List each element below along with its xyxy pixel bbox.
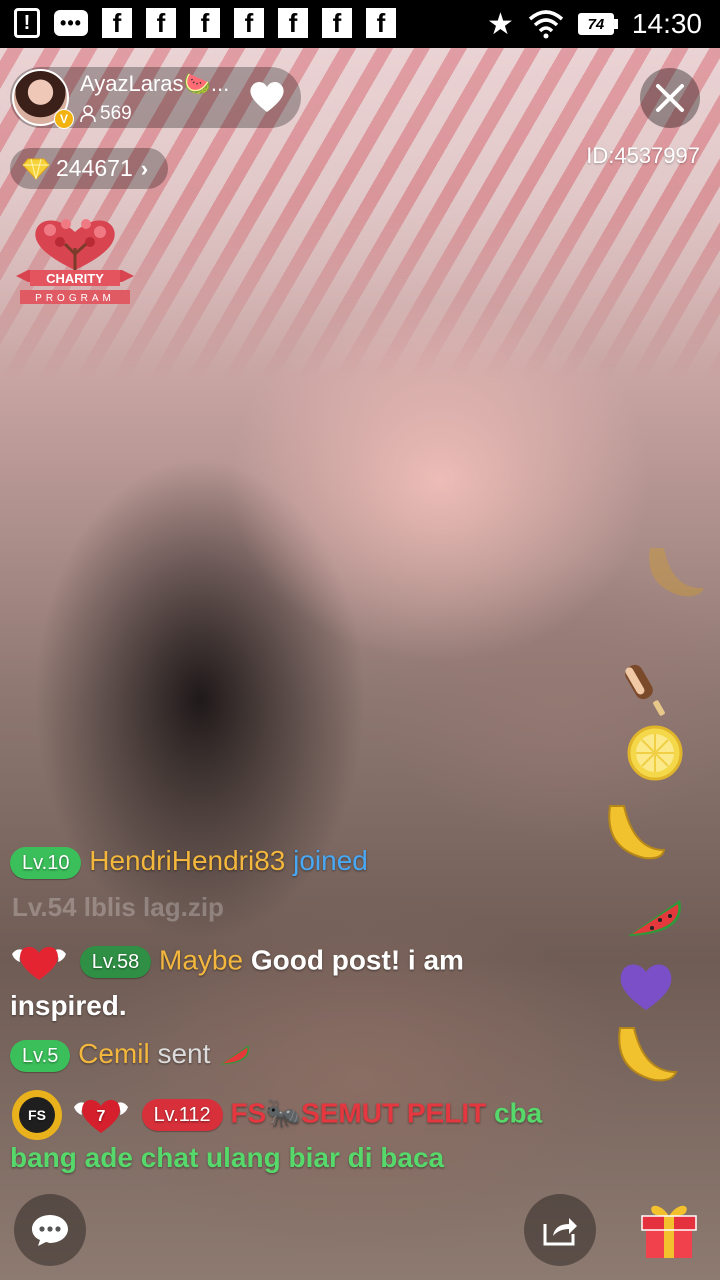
diamond-count: 244671 bbox=[56, 155, 133, 181]
host-name: AyazLaras🍉... bbox=[80, 71, 230, 96]
level-badge: Lv.54 bbox=[12, 892, 77, 922]
lemon-icon bbox=[627, 725, 683, 781]
popsicle-icon bbox=[625, 664, 665, 716]
person-icon bbox=[80, 105, 96, 123]
viewer-count: 569 bbox=[80, 103, 132, 125]
chat-text-continued: inspired. bbox=[10, 990, 127, 1021]
gift-button[interactable] bbox=[636, 1198, 702, 1260]
chat-username[interactable]: Maybe bbox=[159, 944, 243, 975]
heart-icon bbox=[620, 964, 672, 1010]
share-icon bbox=[543, 1218, 577, 1246]
facebook-icon: f bbox=[322, 8, 352, 38]
close-button[interactable] bbox=[640, 68, 700, 128]
level-badge: Lv.10 bbox=[10, 846, 82, 879]
wifi-icon bbox=[528, 10, 564, 39]
close-icon bbox=[656, 84, 684, 112]
chat-gift-message: Lv.5 Cemil sent bbox=[10, 1038, 252, 1072]
messages-icon: ••• bbox=[54, 10, 88, 36]
chat-bubble-icon bbox=[32, 1215, 68, 1246]
follow-heart-icon[interactable] bbox=[246, 75, 288, 117]
chevron-right-icon: › bbox=[140, 155, 149, 181]
banana-icon bbox=[608, 805, 666, 860]
facebook-icon: f bbox=[278, 8, 308, 38]
charity-line1: CHARITY bbox=[46, 271, 104, 286]
facebook-icon: f bbox=[366, 8, 396, 38]
heart-badge-number: 7 bbox=[96, 1108, 105, 1125]
charity-program-badge[interactable]: CHARITY PROGRAM bbox=[10, 208, 140, 310]
chat-message: FS 7 Lv.112 FS🐜SEMUT PELIT cba bbox=[10, 1088, 542, 1142]
chat-text: cba bbox=[493, 1097, 543, 1129]
level-badge: Lv.58 bbox=[79, 946, 152, 978]
facebook-icon: f bbox=[234, 8, 264, 38]
fs-badge-icon: FS bbox=[12, 1090, 62, 1140]
star-icon: ★ bbox=[487, 7, 514, 41]
chat-username[interactable]: HendriHendri83 bbox=[89, 845, 285, 876]
chat-username[interactable]: FS🐜SEMUT PELIT bbox=[230, 1097, 486, 1128]
watermelon-icon bbox=[628, 900, 681, 936]
status-bar: ! ••• f f f f f f f ★ 74 14:30 bbox=[0, 0, 720, 48]
facebook-icon: f bbox=[102, 8, 132, 38]
facebook-icon: f bbox=[146, 8, 176, 38]
charity-line2: PROGRAM bbox=[35, 293, 115, 304]
banana-icon bbox=[649, 548, 704, 597]
winged-heart-badge-icon: 7 bbox=[73, 1099, 128, 1133]
gift-action: sent bbox=[157, 1038, 211, 1069]
chat-join-message: Lv.10 HendriHendri83 joined bbox=[10, 845, 368, 879]
room-id: ID:4537997 bbox=[586, 143, 700, 168]
banana-icon bbox=[618, 1027, 678, 1082]
faded-text: lblis lag.zip bbox=[83, 892, 224, 922]
chat-message: Lv.58 Maybe Good post! i am bbox=[10, 940, 464, 984]
level-badge: Lv.5 bbox=[10, 1039, 71, 1072]
chat-text: Good post! i am bbox=[250, 944, 464, 976]
level-badge: Lv.112 bbox=[141, 1099, 223, 1131]
join-label: joined bbox=[293, 845, 368, 876]
diamond-total-pill[interactable]: 244671 › bbox=[10, 148, 168, 189]
winged-heart-icon bbox=[12, 946, 66, 980]
chat-text-continued: bang ade chat ulang biar di baca bbox=[10, 1142, 445, 1173]
share-button[interactable] bbox=[524, 1194, 596, 1266]
verified-badge: V bbox=[54, 109, 74, 129]
watermelon-icon bbox=[220, 1044, 250, 1065]
chat-button[interactable] bbox=[14, 1194, 86, 1266]
chat-faded-message: Lv.54 lblis lag.zip bbox=[12, 892, 224, 923]
battery-icon: 74 bbox=[577, 13, 618, 35]
alert-icon: ! bbox=[14, 8, 40, 38]
fs-badge-text: FS bbox=[28, 1107, 46, 1123]
facebook-icon: f bbox=[190, 8, 220, 38]
clock: 14:30 bbox=[631, 8, 702, 39]
chat-username[interactable]: Cemil bbox=[78, 1038, 150, 1069]
viewer-count-value: 569 bbox=[100, 103, 132, 124]
diamond-icon bbox=[22, 158, 50, 180]
host-info-pill[interactable]: V AyazLaras🍉... 569 bbox=[10, 67, 301, 129]
battery-level: 74 bbox=[577, 13, 614, 35]
